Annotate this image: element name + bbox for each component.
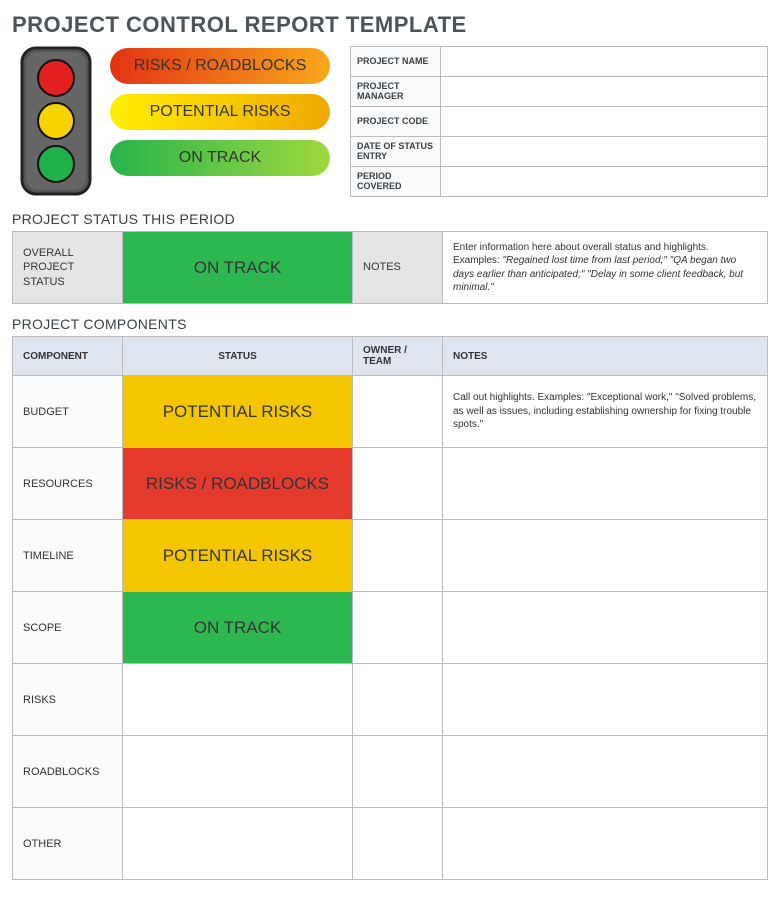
meta-value[interactable] xyxy=(441,77,768,107)
col-component: COMPONENT xyxy=(13,337,123,376)
notes-cell[interactable] xyxy=(443,520,768,592)
component-label: OTHER xyxy=(13,808,123,880)
notes-cell[interactable] xyxy=(443,736,768,808)
component-label: SCOPE xyxy=(13,592,123,664)
meta-value[interactable] xyxy=(441,47,768,77)
status-badge: RISKS / ROADBLOCKS xyxy=(123,448,352,519)
status-badge: ON TRACK xyxy=(123,592,352,663)
component-label: RESOURCES xyxy=(13,448,123,520)
owner-cell[interactable] xyxy=(353,736,443,808)
traffic-light-icon xyxy=(12,46,100,199)
meta-label: PROJECT MANAGER xyxy=(351,77,441,107)
component-label: ROADBLOCKS xyxy=(13,736,123,808)
owner-cell[interactable] xyxy=(353,376,443,448)
owner-cell[interactable] xyxy=(353,520,443,592)
status-badge: POTENTIAL RISKS xyxy=(123,376,352,447)
component-label: RISKS xyxy=(13,664,123,736)
owner-cell[interactable] xyxy=(353,664,443,736)
top-row: RISKS / ROADBLOCKS POTENTIAL RISKS ON TR… xyxy=(12,46,768,199)
page-title: PROJECT CONTROL REPORT TEMPLATE xyxy=(12,12,768,38)
meta-value[interactable] xyxy=(441,137,768,167)
table-row: RESOURCESRISKS / ROADBLOCKS xyxy=(13,448,768,520)
notes-label: NOTES xyxy=(353,232,443,304)
component-status-cell[interactable] xyxy=(123,736,353,808)
meta-value[interactable] xyxy=(441,107,768,137)
component-status-cell[interactable]: POTENTIAL RISKS xyxy=(123,376,353,448)
component-label: BUDGET xyxy=(13,376,123,448)
table-row: RISKS xyxy=(13,664,768,736)
component-label: TIMELINE xyxy=(13,520,123,592)
status-section-heading: PROJECT STATUS THIS PERIOD xyxy=(12,211,768,227)
meta-label: PERIOD COVERED xyxy=(351,167,441,197)
legend-pill-ontrack: ON TRACK xyxy=(110,140,330,176)
legend-pills: RISKS / ROADBLOCKS POTENTIAL RISKS ON TR… xyxy=(110,46,330,176)
project-meta-table: PROJECT NAMEPROJECT MANAGERPROJECT CODED… xyxy=(350,46,768,197)
meta-label: PROJECT CODE xyxy=(351,107,441,137)
overall-notes-cell[interactable]: Enter information here about overall sta… xyxy=(443,232,768,304)
notes-cell[interactable] xyxy=(443,808,768,880)
components-table: COMPONENT STATUS OWNER / TEAM NOTES BUDG… xyxy=(12,336,768,880)
table-row: BUDGETPOTENTIAL RISKS Call out highlights… xyxy=(13,376,768,448)
notes-cell[interactable]: Call out highlights. Examples: "Exceptio… xyxy=(443,376,768,448)
legend-pill-potential: POTENTIAL RISKS xyxy=(110,94,330,130)
component-status-cell[interactable] xyxy=(123,808,353,880)
col-notes: NOTES xyxy=(443,337,768,376)
col-status: STATUS xyxy=(123,337,353,376)
owner-cell[interactable] xyxy=(353,808,443,880)
overall-status-badge: ON TRACK xyxy=(123,232,352,303)
table-row: TIMELINEPOTENTIAL RISKS xyxy=(13,520,768,592)
owner-cell[interactable] xyxy=(353,592,443,664)
component-status-cell[interactable] xyxy=(123,664,353,736)
component-status-cell[interactable]: RISKS / ROADBLOCKS xyxy=(123,448,353,520)
legend-pill-risks: RISKS / ROADBLOCKS xyxy=(110,48,330,84)
component-status-cell[interactable]: ON TRACK xyxy=(123,592,353,664)
table-row: OTHER xyxy=(13,808,768,880)
component-status-cell[interactable]: POTENTIAL RISKS xyxy=(123,520,353,592)
legend-column: RISKS / ROADBLOCKS POTENTIAL RISKS ON TR… xyxy=(12,46,330,199)
meta-value[interactable] xyxy=(441,167,768,197)
components-section-heading: PROJECT COMPONENTS xyxy=(12,316,768,332)
meta-label: DATE OF STATUS ENTRY xyxy=(351,137,441,167)
status-table: OVERALL PROJECT STATUS ON TRACK NOTES En… xyxy=(12,231,768,304)
status-badge: POTENTIAL RISKS xyxy=(123,520,352,591)
meta-label: PROJECT NAME xyxy=(351,47,441,77)
overall-status-cell[interactable]: ON TRACK xyxy=(123,232,353,304)
col-owner: OWNER / TEAM xyxy=(353,337,443,376)
owner-cell[interactable] xyxy=(353,448,443,520)
notes-cell[interactable] xyxy=(443,664,768,736)
overall-status-label: OVERALL PROJECT STATUS xyxy=(13,232,123,304)
notes-cell[interactable] xyxy=(443,592,768,664)
table-row: SCOPEON TRACK xyxy=(13,592,768,664)
table-row: ROADBLOCKS xyxy=(13,736,768,808)
notes-cell[interactable] xyxy=(443,448,768,520)
